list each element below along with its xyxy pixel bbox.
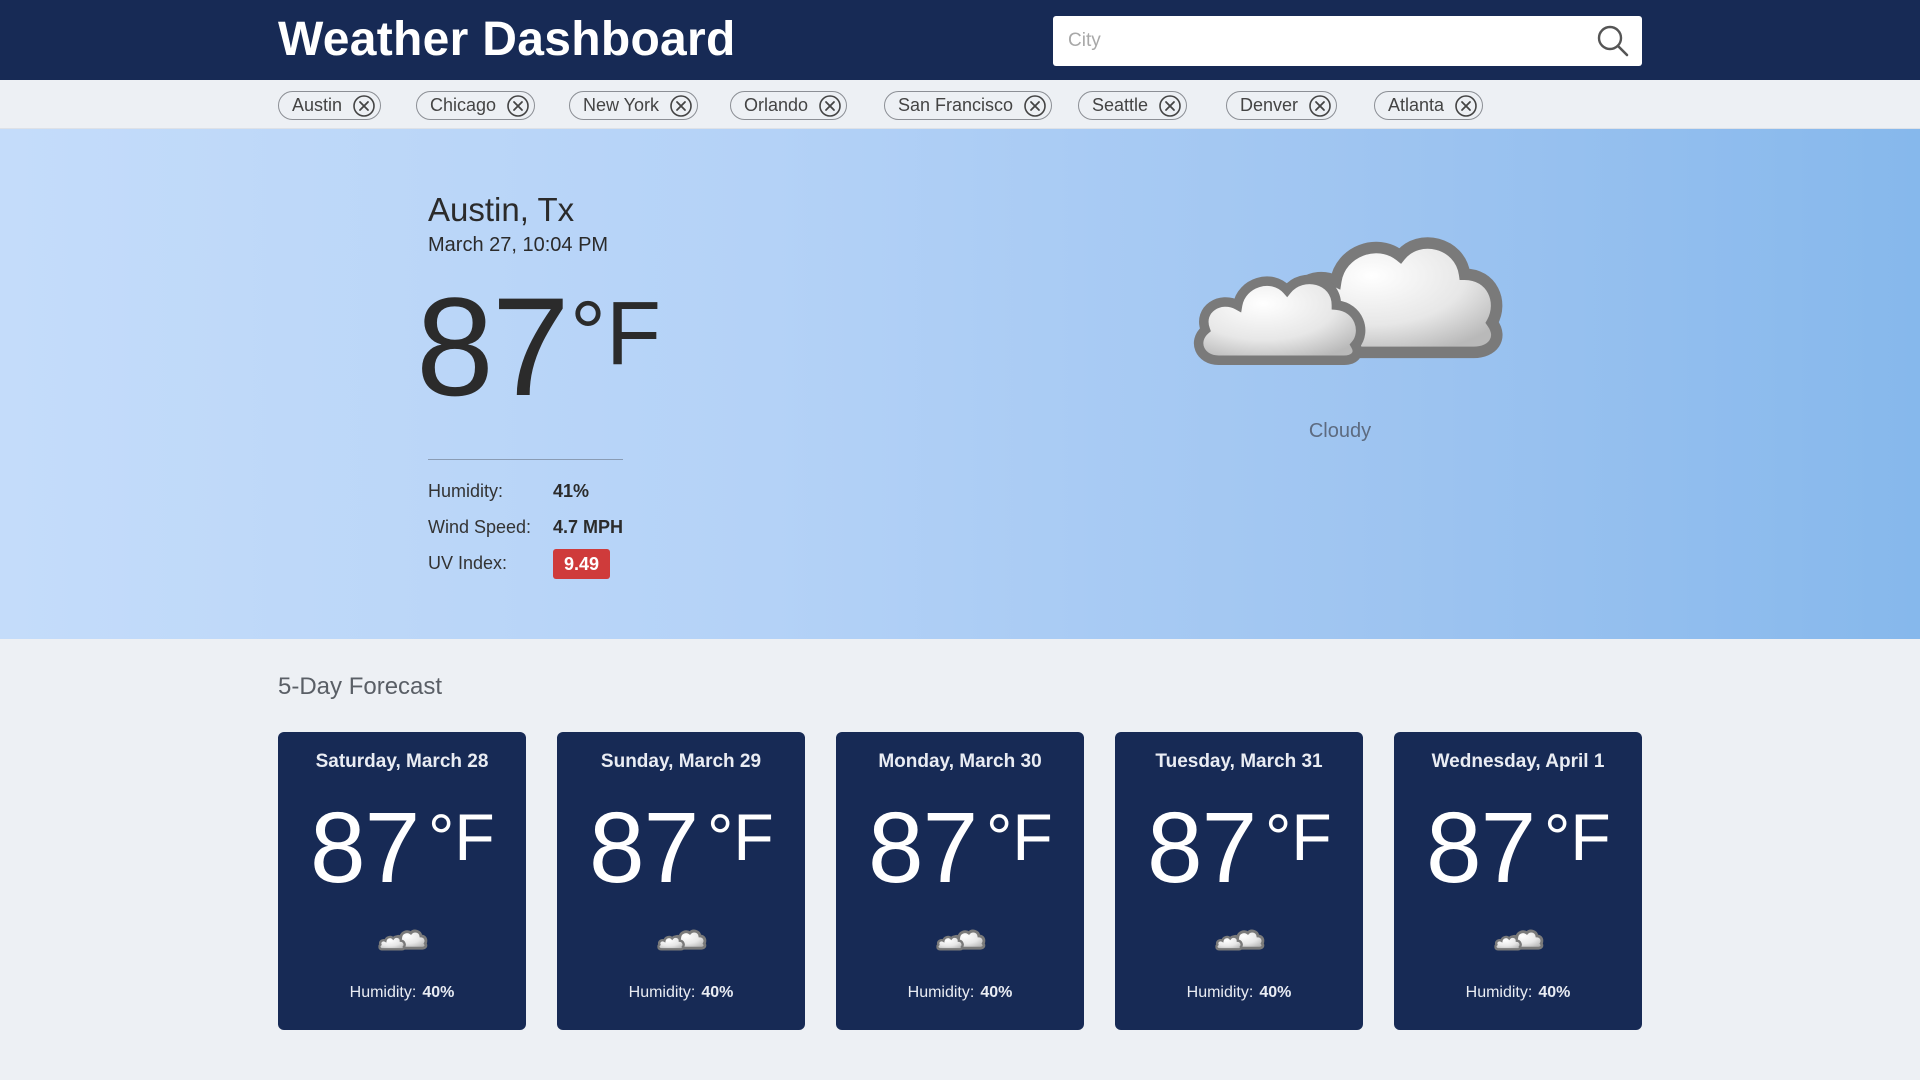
cloudy-icon: [378, 920, 428, 958]
forecast-day: Wednesday, April 1: [1431, 751, 1605, 772]
forecast-day: Monday, March 30: [878, 751, 1042, 772]
forecast-humidity-label: Humidity:: [907, 984, 975, 1001]
city-chip-label[interactable]: Seattle: [1092, 95, 1148, 116]
city-chip-seattle[interactable]: Seattle: [1078, 91, 1188, 120]
current-temperature: 87: [416, 268, 570, 425]
forecast-day: Sunday, March 29: [600, 751, 762, 772]
forecast-temperature: 87: [868, 792, 978, 904]
city-chip-label[interactable]: New York: [583, 95, 659, 116]
city-chip-new-york[interactable]: New York: [569, 91, 699, 120]
close-circle-icon[interactable]: [352, 94, 376, 118]
forecast-card: Monday, March 30 87 °F Humidity: 40%: [836, 732, 1084, 1030]
saved-cities-bar: Austin Chicago New York Orlando San Fran…: [0, 80, 1920, 129]
humidity-label: Humidity:: [428, 481, 504, 501]
location-name: Austin, Tx: [428, 191, 575, 228]
forecast-card: Wednesday, April 1 87 °F Humidity: 40%: [1394, 732, 1642, 1030]
forecast-humidity-value: 40%: [422, 984, 455, 1001]
city-chip-san-francisco[interactable]: San Francisco: [884, 91, 1053, 120]
search-input[interactable]: [1053, 16, 1573, 66]
forecast-humidity-label: Humidity:: [349, 984, 417, 1001]
search-icon[interactable]: [1592, 21, 1634, 61]
forecast-humidity-value: 40%: [1538, 984, 1571, 1001]
close-circle-icon[interactable]: [669, 94, 693, 118]
close-circle-icon[interactable]: [1158, 94, 1182, 118]
forecast-card: Sunday, March 29 87 °F Humidity: 40%: [557, 732, 805, 1030]
forecast-humidity: Humidity: 40%: [278, 984, 526, 1002]
city-chip-label[interactable]: Chicago: [430, 95, 496, 116]
close-circle-icon[interactable]: [818, 94, 842, 118]
wind-speed-value: 4.7 MPH: [553, 517, 624, 537]
city-chip-chicago[interactable]: Chicago: [416, 91, 536, 120]
uv-index-label: UV Index:: [428, 553, 508, 573]
cloudy-icon: [1215, 920, 1265, 958]
city-chip-label[interactable]: San Francisco: [898, 95, 1013, 116]
forecast-temperature: 87: [1426, 792, 1536, 904]
city-chip-label[interactable]: Denver: [1240, 95, 1298, 116]
city-chip-atlanta[interactable]: Atlanta: [1374, 91, 1484, 120]
cloudy-icon: [1190, 179, 1510, 409]
city-chip-denver[interactable]: Denver: [1226, 91, 1338, 120]
weather-condition: Cloudy: [1308, 420, 1372, 442]
cloudy-icon: [1494, 920, 1544, 958]
forecast-humidity-value: 40%: [701, 984, 734, 1001]
cloudy-icon: [657, 920, 707, 958]
forecast-humidity-label: Humidity:: [628, 984, 696, 1001]
city-chip-austin[interactable]: Austin: [278, 91, 382, 120]
close-circle-icon[interactable]: [1454, 94, 1478, 118]
forecast-title: 5-Day Forecast: [278, 673, 443, 700]
forecast-unit: °F: [707, 800, 774, 874]
app-header: Weather Dashboard: [0, 0, 1920, 80]
forecast-day: Saturday, March 28: [315, 751, 489, 772]
forecast-humidity-label: Humidity:: [1186, 984, 1254, 1001]
forecast-card: Tuesday, March 31 87 °F Humidity: 40%: [1115, 732, 1363, 1030]
forecast-temperature: 87: [1147, 792, 1257, 904]
close-circle-icon[interactable]: [1308, 94, 1332, 118]
forecast-day: Tuesday, March 31: [1155, 751, 1323, 772]
forecast-temperature: 87: [310, 792, 420, 904]
city-chip-label[interactable]: Austin: [292, 95, 342, 116]
close-circle-icon[interactable]: [506, 94, 530, 118]
forecast-humidity-label: Humidity:: [1465, 984, 1533, 1001]
forecast-card: Saturday, March 28 87 °F Humidity: 40%: [278, 732, 526, 1030]
close-circle-icon[interactable]: [1023, 94, 1047, 118]
current-weather-panel: Austin, Tx March 27, 10:04 PM 87 °F Humi…: [0, 129, 1920, 639]
forecast-unit: °F: [1265, 800, 1332, 874]
forecast-unit: °F: [986, 800, 1053, 874]
forecast-unit: °F: [428, 800, 495, 874]
current-datetime: March 27, 10:04 PM: [428, 234, 609, 256]
forecast-humidity: Humidity: 40%: [1115, 984, 1363, 1002]
divider: [428, 459, 623, 460]
cloudy-icon: [936, 920, 986, 958]
forecast-humidity-value: 40%: [1259, 984, 1292, 1001]
city-chip-label[interactable]: Orlando: [744, 95, 808, 116]
search-box[interactable]: [1053, 16, 1642, 66]
city-chip-label[interactable]: Atlanta: [1388, 95, 1444, 116]
uv-index-badge: 9.49: [553, 549, 610, 579]
city-chip-orlando[interactable]: Orlando: [730, 91, 848, 120]
app-title: Weather Dashboard: [278, 13, 736, 66]
forecast-humidity: Humidity: 40%: [836, 984, 1084, 1002]
forecast-humidity: Humidity: 40%: [1394, 984, 1642, 1002]
forecast-humidity: Humidity: 40%: [557, 984, 805, 1002]
humidity-value: 41%: [553, 481, 590, 501]
forecast-temperature: 87: [589, 792, 699, 904]
forecast-humidity-value: 40%: [980, 984, 1013, 1001]
forecast-unit: °F: [1544, 800, 1611, 874]
wind-speed-label: Wind Speed:: [428, 517, 532, 537]
temperature-unit: °F: [570, 284, 661, 384]
